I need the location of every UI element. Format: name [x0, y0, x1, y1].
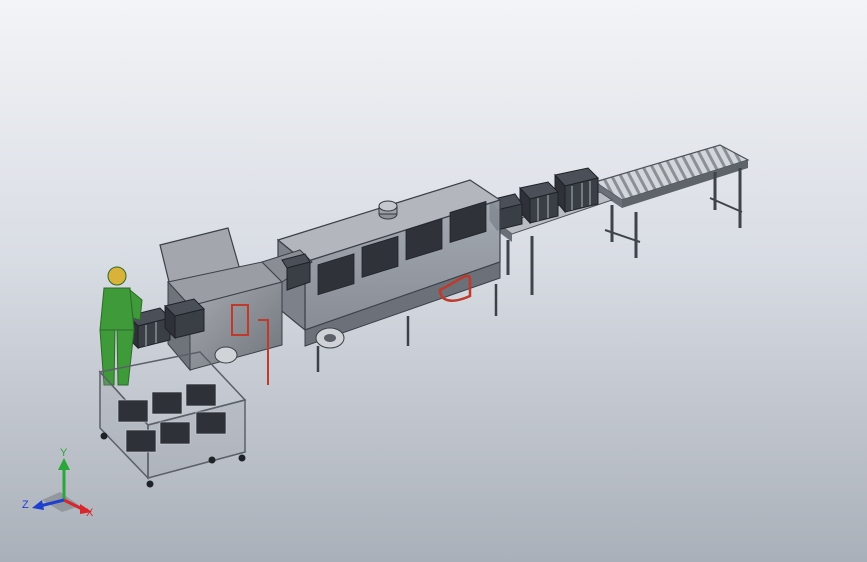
pump-motor	[315, 327, 345, 349]
crate[interactable]	[164, 298, 205, 340]
z-axis-label: Z	[22, 499, 29, 511]
graphics-viewport[interactable]: Y X Z	[0, 0, 867, 562]
exhaust-port	[378, 200, 398, 220]
operator-head	[107, 266, 127, 286]
roller-conveyor[interactable]	[593, 144, 750, 258]
x-axis-label: X	[86, 507, 94, 519]
crate[interactable]	[554, 167, 599, 214]
y-axis-arrow	[58, 458, 70, 470]
axis-triad: Y X Z	[22, 447, 94, 519]
crate[interactable]	[519, 181, 559, 225]
z-axis-arrow	[32, 500, 44, 510]
assembly-scene[interactable]: Y X Z	[0, 0, 867, 562]
processing-machine[interactable]	[276, 179, 502, 372]
y-axis-label: Y	[60, 447, 68, 459]
